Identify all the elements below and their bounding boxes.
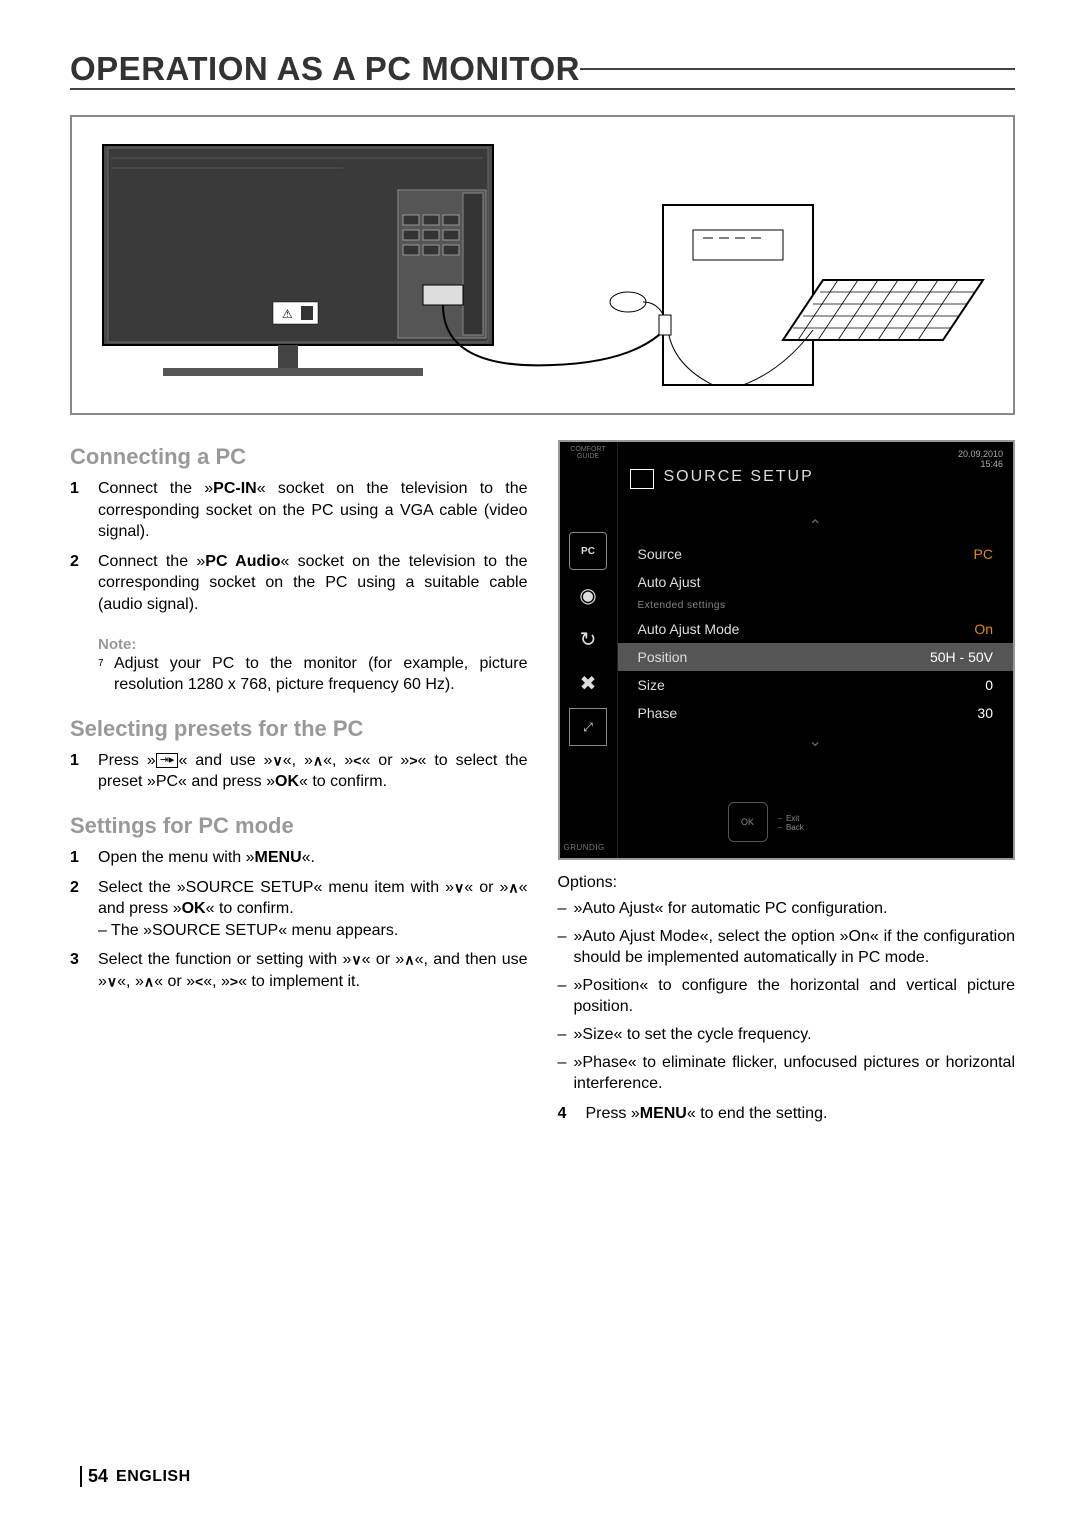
right-chevron-icon: > bbox=[230, 973, 238, 989]
options-heading: Options: bbox=[558, 874, 1016, 892]
osd-content: 20.09.2010 15:46 SOURCE SETUP ⌃ Source P… bbox=[618, 442, 1014, 858]
connecting-step-1: 1 Connect the »PC-IN« socket on the tele… bbox=[70, 478, 528, 543]
connecting-steps: 1 Connect the »PC-IN« socket on the tele… bbox=[70, 478, 528, 616]
osd-extended-label: Extended settings bbox=[618, 596, 1014, 615]
comfort-guide-label: COMFORT GUIDE bbox=[560, 442, 617, 460]
option-auto-ajust: »Auto Ajust« for automatic PC configurat… bbox=[558, 898, 1016, 920]
source-button-icon: ⇥▸ bbox=[156, 753, 179, 768]
page-language: ENGLISH bbox=[116, 1468, 191, 1486]
osd-row-phase: Phase 30 bbox=[618, 699, 1014, 727]
note-heading: Note: bbox=[98, 636, 528, 653]
osd-row-auto-ajust: Auto Ajust bbox=[618, 568, 1014, 596]
osd-screenshot: COMFORT GUIDE PC ◉ ↻ ✖ ⤢ GRUNDIG 20.09.2… bbox=[558, 440, 1016, 860]
brand-label: GRUNDIG bbox=[564, 843, 605, 852]
right-column: COMFORT GUIDE PC ◉ ↻ ✖ ⤢ GRUNDIG 20.09.2… bbox=[558, 440, 1016, 1144]
right-chevron-icon: > bbox=[409, 752, 417, 768]
settings-heading: Settings for PC mode bbox=[70, 813, 528, 839]
osd-row-size: Size 0 bbox=[618, 671, 1014, 699]
option-position: »Position« to configure the horizontal a… bbox=[558, 975, 1016, 1018]
down-chevron-icon: ∨ bbox=[272, 752, 282, 768]
eye-icon: ◉ bbox=[569, 576, 607, 614]
pc-icon: PC bbox=[569, 532, 607, 570]
option-phase: »Phase« to eliminate flicker, unfocused … bbox=[558, 1052, 1016, 1095]
refresh-icon: ↻ bbox=[569, 620, 607, 658]
osd-sidebar: COMFORT GUIDE PC ◉ ↻ ✖ ⤢ GRUNDIG bbox=[560, 442, 618, 858]
option-size: »Size« to set the cycle frequency. bbox=[558, 1024, 1016, 1046]
note-bullet: Adjust your PC to the monitor (for examp… bbox=[70, 653, 528, 696]
page-title-row: OPERATION AS A PC MONITOR bbox=[70, 50, 1015, 90]
note-text: Adjust your PC to the monitor (for examp… bbox=[98, 653, 528, 696]
step-4-list: 4 Press »MENU« to end the setting. bbox=[558, 1103, 1016, 1125]
down-chevron-icon: ∨ bbox=[107, 973, 117, 989]
options-list: »Auto Ajust« for automatic PC configurat… bbox=[558, 898, 1016, 1095]
svg-text:⚠: ⚠ bbox=[282, 307, 293, 321]
down-chevron-icon: ∨ bbox=[351, 952, 361, 968]
selecting-heading: Selecting presets for the PC bbox=[70, 716, 528, 742]
pc-tv-connection-illustration: ⚠ bbox=[83, 130, 1003, 400]
connection-diagram: ⚠ bbox=[70, 115, 1015, 415]
page-title: OPERATION AS A PC MONITOR bbox=[70, 50, 580, 88]
up-chevron-icon: ∧ bbox=[144, 973, 154, 989]
selecting-step-1: 1 Press »⇥▸« and use »∨«, »∧«, »<« or »>… bbox=[70, 750, 528, 793]
settings-step-2: 2 Select the »SOURCE SETUP« menu item wi… bbox=[70, 877, 528, 942]
settings-steps: 1 Open the menu with »MENU«. 2 Select th… bbox=[70, 847, 528, 993]
tools-icon: ✖ bbox=[569, 664, 607, 702]
left-chevron-icon: < bbox=[195, 973, 203, 989]
left-column: Connecting a PC 1 Connect the »PC-IN« so… bbox=[70, 440, 528, 1144]
pc-monitor-icon bbox=[630, 469, 654, 489]
ok-button-icon: OK bbox=[728, 802, 768, 842]
osd-row-position: Position 50H - 50V bbox=[618, 643, 1014, 671]
connecting-step-2: 2 Connect the »PC Audio« socket on the t… bbox=[70, 551, 528, 616]
settings-step-1: 1 Open the menu with »MENU«. bbox=[70, 847, 528, 869]
up-chevron-icon: ∧ bbox=[313, 752, 323, 768]
aspect-icon: ⤢ bbox=[569, 708, 607, 746]
osd-title: SOURCE SETUP bbox=[664, 468, 814, 486]
settings-step-4: 4 Press »MENU« to end the setting. bbox=[558, 1103, 1016, 1125]
osd-down-indicator: ⌄ bbox=[618, 727, 1014, 755]
osd-up-indicator: ⌃ bbox=[618, 512, 1014, 540]
selecting-steps: 1 Press »⇥▸« and use »∨«, »∧«, »<« or »>… bbox=[70, 750, 528, 793]
osd-row-auto-ajust-mode: Auto Ajust Mode On bbox=[618, 615, 1014, 643]
page-number: 54 bbox=[80, 1466, 108, 1487]
connecting-heading: Connecting a PC bbox=[70, 444, 528, 470]
up-chevron-icon: ∧ bbox=[508, 879, 518, 895]
option-auto-ajust-mode: »Auto Ajust Mode«, select the option »On… bbox=[558, 926, 1016, 969]
osd-datetime: 20.09.2010 15:46 bbox=[958, 450, 1003, 470]
settings-step-3: 3 Select the function or setting with »∨… bbox=[70, 949, 528, 992]
down-chevron-icon: ∨ bbox=[454, 879, 464, 895]
osd-row-source: Source PC bbox=[618, 540, 1014, 568]
up-chevron-icon: ∧ bbox=[404, 952, 414, 968]
page-footer: 54 ENGLISH bbox=[80, 1466, 191, 1487]
osd-title-row: SOURCE SETUP bbox=[618, 442, 1014, 512]
osd-exit-label: –Exit –Back bbox=[778, 814, 804, 832]
